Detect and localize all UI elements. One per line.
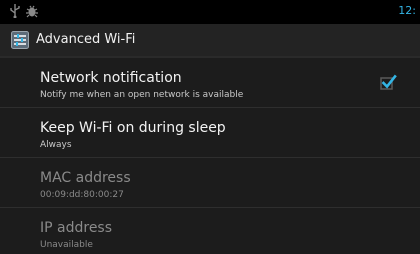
setting-keep-wifi-on-during-sleep[interactable]: Keep Wi-Fi on during sleep Always xyxy=(0,108,420,158)
page-title: Advanced Wi-Fi xyxy=(36,32,136,47)
setting-summary: 00:09:dd:80:00:27 xyxy=(40,190,124,200)
android-screen: 12: Advanced Wi-Fi Network notification … xyxy=(0,0,420,254)
setting-title: Network notification xyxy=(40,70,182,86)
status-bar: 12: xyxy=(0,0,420,24)
setting-summary: Notify me when an open network is availa… xyxy=(40,90,244,100)
setting-title: MAC address xyxy=(40,170,131,186)
status-time: 12: xyxy=(398,4,416,17)
setting-title: IP address xyxy=(40,220,113,236)
action-bar: Advanced Wi-Fi xyxy=(0,24,420,58)
settings-app-icon[interactable] xyxy=(11,31,29,49)
network-notification-checkbox[interactable] xyxy=(380,74,397,91)
debug-icon xyxy=(26,4,38,18)
usb-icon xyxy=(10,4,20,18)
setting-title: Keep Wi-Fi on during sleep xyxy=(40,120,226,136)
setting-mac-address: MAC address 00:09:dd:80:00:27 xyxy=(0,158,420,208)
settings-list: Network notification Notify me when an o… xyxy=(0,58,420,254)
setting-network-notification[interactable]: Network notification Notify me when an o… xyxy=(0,58,420,108)
setting-summary: Always xyxy=(40,140,72,150)
setting-ip-address: IP address Unavailable xyxy=(0,208,420,254)
status-icons xyxy=(10,3,38,19)
setting-summary: Unavailable xyxy=(40,240,93,250)
